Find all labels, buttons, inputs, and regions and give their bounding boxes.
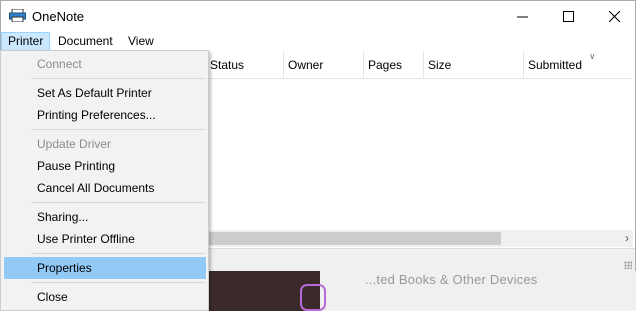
printer-menu-dropdown: Connect Set As Default Printer Printing … — [0, 50, 209, 311]
minimize-icon — [516, 16, 528, 17]
menu-separator — [31, 202, 205, 203]
menu-item-set-default-printer[interactable]: Set As Default Printer — [4, 82, 206, 104]
window-title: OneNote — [32, 9, 85, 24]
menu-document[interactable]: Document — [52, 32, 119, 51]
column-owner[interactable]: Owner — [284, 52, 364, 78]
menu-separator — [31, 129, 205, 130]
column-submitted[interactable]: Submitted — [524, 52, 634, 78]
maximize-icon — [562, 10, 574, 22]
background-text: ...ted Books & Other Devices — [365, 272, 538, 287]
column-size[interactable]: Size — [424, 52, 524, 78]
menu-item-sharing[interactable]: Sharing... — [4, 206, 206, 228]
menu-item-update-driver[interactable]: Update Driver — [4, 133, 206, 155]
column-status[interactable]: Status — [206, 52, 284, 78]
scroll-right-arrow-icon[interactable]: › — [625, 231, 629, 245]
title-bar[interactable]: OneNote — [1, 1, 635, 31]
background-glow-icon — [300, 284, 326, 311]
menu-item-close[interactable]: Close — [4, 286, 206, 308]
minimize-button[interactable] — [499, 1, 545, 31]
horizontal-scrollbar[interactable]: › — [206, 230, 633, 247]
status-bar — [206, 248, 635, 271]
menu-view[interactable]: View — [122, 32, 160, 51]
menu-separator — [31, 253, 205, 254]
printer-icon — [9, 9, 26, 22]
column-pages[interactable]: Pages — [364, 52, 424, 78]
menu-separator — [31, 282, 205, 283]
menu-separator — [31, 78, 205, 79]
menu-item-connect[interactable]: Connect — [4, 53, 206, 75]
resize-grip-icon[interactable] — [624, 261, 632, 269]
scrollbar-thumb[interactable] — [206, 232, 501, 245]
menu-item-printing-preferences[interactable]: Printing Preferences... — [4, 104, 206, 126]
menu-item-use-printer-offline[interactable]: Use Printer Offline — [4, 228, 206, 250]
list-header: Status Owner Pages Size Submitted — [206, 52, 633, 79]
menu-item-cancel-all-documents[interactable]: Cancel All Documents — [4, 177, 206, 199]
menu-item-pause-printing[interactable]: Pause Printing — [4, 155, 206, 177]
sort-chevron-icon: ∨ — [589, 51, 596, 61]
close-icon — [608, 10, 620, 22]
menu-printer[interactable]: Printer — [1, 32, 51, 51]
close-button[interactable] — [591, 1, 636, 31]
menu-item-properties[interactable]: Properties — [4, 257, 206, 279]
maximize-button[interactable] — [545, 1, 591, 31]
menu-bar: Printer Document View — [1, 32, 635, 51]
